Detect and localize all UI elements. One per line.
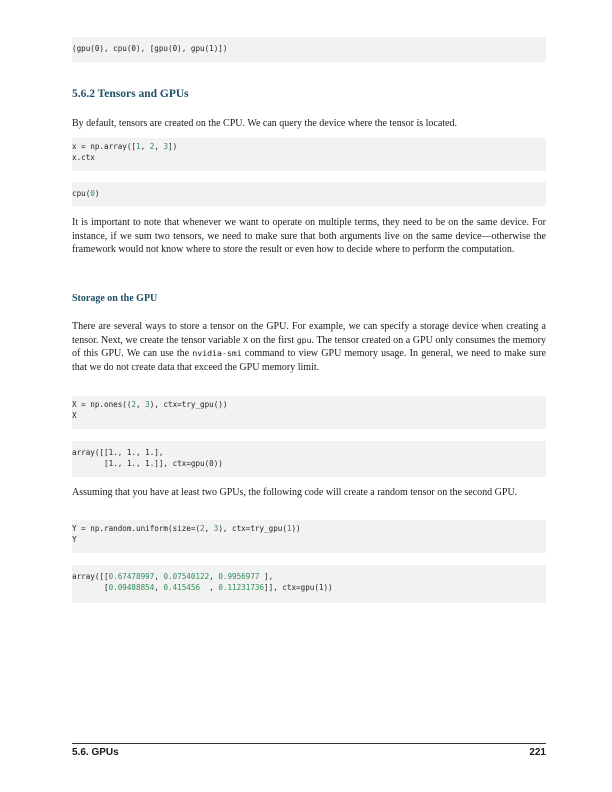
code-line: array([[0.67478997, 0.07540122, 0.995697… — [72, 571, 546, 582]
code-text: ]], ctx=gpu(1)) — [264, 583, 333, 592]
code-line: X — [72, 411, 77, 420]
code-text: , — [209, 572, 219, 581]
output-block: array([[0.67478997, 0.07540122, 0.995697… — [72, 565, 546, 603]
code-line: [1., 1., 1.]], ctx=gpu(0)) — [72, 459, 223, 468]
inline-code: nvidia-smi — [192, 348, 242, 358]
code-text: , — [136, 400, 146, 409]
paragraph: By default, tensors are created on the C… — [72, 118, 457, 129]
output-block: (gpu(0), cpu(0), [gpu(0), gpu(1)]) — [72, 37, 546, 62]
code-text: , — [140, 142, 150, 151]
code-number: 0.09488854 — [108, 583, 155, 592]
code-line: Y — [72, 535, 77, 544]
text-run: on the first — [247, 334, 297, 346]
code-line: array([[1., 1., 1.], — [72, 448, 164, 457]
page-number: 221 — [529, 747, 546, 758]
code-text: [ — [72, 583, 109, 592]
code-text: array([[ — [72, 572, 109, 581]
footer-divider — [72, 743, 546, 744]
code-line: x.ctx — [72, 153, 95, 162]
paragraph: Assuming that you have at least two GPUs… — [72, 487, 518, 498]
footer-section-label: 5.6. GPUs — [72, 747, 119, 758]
paragraph: There are several ways to store a tensor… — [72, 320, 546, 374]
code-text: Y = np.random.uniform(size=( — [72, 524, 201, 533]
code-text: ), ctx=try_gpu( — [218, 524, 287, 533]
code-number: 0.415456 — [163, 583, 201, 592]
code-line: x = np.array([1, 2, 3]) — [72, 141, 546, 152]
code-number: 0.11231736 — [218, 583, 265, 592]
code-text: , — [200, 583, 219, 592]
code-text: , — [204, 524, 214, 533]
code-text: )) — [291, 524, 301, 533]
section-heading: 5.6.2 Tensors and GPUs — [72, 88, 189, 100]
code-line: X = np.ones((2, 3), ctx=try_gpu()) — [72, 399, 546, 410]
subsection-heading: Storage on the GPU — [72, 293, 158, 304]
section-number: 5.6.2 — [72, 88, 95, 100]
code-text: ]) — [168, 142, 178, 151]
code-number: 0.67478997 — [108, 572, 155, 581]
code-line: cpu(0) — [72, 188, 546, 199]
code-number: 0.9956977 — [218, 572, 260, 581]
output-block: array([[1., 1., 1.], [1., 1., 1.]], ctx=… — [72, 441, 546, 477]
paragraph: It is important to note that whenever we… — [72, 217, 546, 255]
code-line: [0.09488854, 0.415456 , 0.11231736]], ct… — [72, 582, 546, 593]
code-block: x = np.array([1, 2, 3]) x.ctx — [72, 138, 546, 171]
code-text: ], — [259, 572, 274, 581]
code-text: ) — [94, 189, 100, 198]
page: (gpu(0), cpu(0), [gpu(0), gpu(1)]) 5.6.2… — [72, 0, 546, 792]
section-title: Tensors and GPUs — [97, 88, 189, 100]
code-text: ), ctx=try_gpu()) — [149, 400, 228, 409]
code-block: X = np.ones((2, 3), ctx=try_gpu()) X — [72, 396, 546, 429]
code-number: 0.07540122 — [163, 572, 210, 581]
code-line: (gpu(0), cpu(0), [gpu(0), gpu(1)]) — [72, 44, 228, 53]
code-text: X = np.ones(( — [72, 400, 132, 409]
output-block: cpu(0) — [72, 182, 546, 206]
code-text: cpu( — [72, 189, 91, 198]
code-text: x = np.array([ — [72, 142, 137, 151]
inline-code: gpu — [296, 334, 312, 345]
code-line: Y = np.random.uniform(size=(2, 3), ctx=t… — [72, 523, 546, 534]
code-block: Y = np.random.uniform(size=(2, 3), ctx=t… — [72, 520, 546, 553]
